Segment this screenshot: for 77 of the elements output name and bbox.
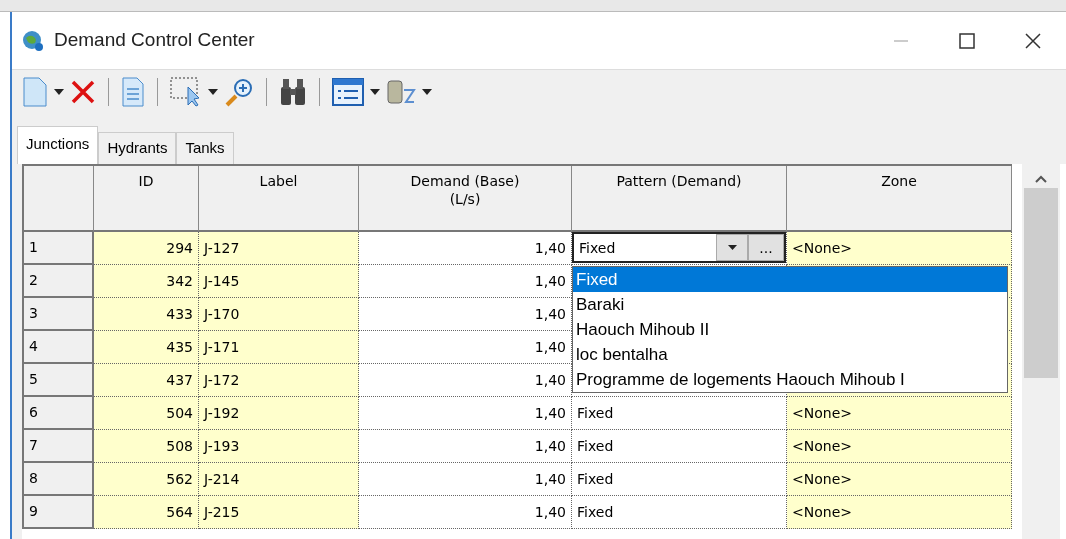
column-header[interactable]: Zone bbox=[787, 165, 1012, 232]
binoculars-button[interactable] bbox=[279, 77, 307, 107]
table-cell: 508 bbox=[94, 429, 199, 463]
document-icon bbox=[121, 77, 145, 107]
scrollbar[interactable] bbox=[1022, 163, 1060, 539]
caret-icon bbox=[727, 245, 737, 250]
table-cell: 1,40 bbox=[359, 495, 572, 529]
list-window-icon bbox=[332, 78, 364, 106]
caret-icon bbox=[422, 89, 432, 95]
selection-button[interactable] bbox=[170, 77, 218, 107]
table-cell: J-214 bbox=[199, 462, 359, 496]
page-button[interactable] bbox=[22, 77, 64, 107]
table-cell: 294 bbox=[94, 231, 199, 265]
table-cell: 504 bbox=[94, 396, 199, 430]
table-cell: <None> bbox=[787, 429, 1012, 463]
table-cell: 342 bbox=[94, 264, 199, 298]
window-title: Demand Control Center bbox=[54, 28, 255, 53]
row-header[interactable]: 3 bbox=[24, 297, 94, 331]
selection-icon bbox=[170, 77, 202, 107]
combo-box[interactable]: Fixed ... bbox=[572, 232, 786, 263]
table-cell: 564 bbox=[94, 495, 199, 529]
caret-icon bbox=[54, 89, 64, 95]
table-cell: J-215 bbox=[199, 495, 359, 529]
corner-header[interactable] bbox=[24, 165, 94, 232]
caret-icon bbox=[370, 89, 380, 95]
zoom-in-button[interactable] bbox=[224, 77, 254, 107]
table-cell: 1,40 bbox=[359, 462, 572, 496]
table-cell: 1,40 bbox=[359, 396, 572, 430]
list-window-button[interactable] bbox=[332, 78, 380, 106]
row-header[interactable]: 6 bbox=[24, 396, 94, 430]
tab[interactable]: Tanks bbox=[176, 132, 234, 164]
browse-button[interactable]: ... bbox=[748, 234, 784, 261]
database-icon bbox=[386, 78, 416, 106]
dropdown-option[interactable]: Programme de logements Haouch Mihoub I bbox=[573, 366, 1007, 392]
column-header[interactable]: Demand (Base) (L/s) bbox=[359, 165, 572, 232]
table-cell: J-172 bbox=[199, 363, 359, 397]
binoculars-icon bbox=[279, 77, 307, 107]
dropdown-option[interactable]: Haouch Mihoub II bbox=[573, 316, 1007, 342]
column-header[interactable]: Label bbox=[199, 165, 359, 232]
table-cell: J-170 bbox=[199, 297, 359, 331]
globe-icon bbox=[22, 29, 44, 52]
delete-button[interactable] bbox=[70, 79, 96, 105]
table-cell: 1,40 bbox=[359, 429, 572, 463]
row-header[interactable]: 1 bbox=[24, 231, 94, 265]
table-cell: <None> bbox=[787, 231, 1012, 265]
zoom-in-icon bbox=[224, 77, 254, 107]
column-header[interactable]: ID bbox=[94, 165, 199, 232]
table-cell: J-193 bbox=[199, 429, 359, 463]
table-cell: <None> bbox=[787, 396, 1012, 430]
table-cell: J-171 bbox=[199, 330, 359, 364]
dropdown-option[interactable]: loc bentalha bbox=[573, 341, 1007, 367]
table-cell: 435 bbox=[94, 330, 199, 364]
caret-icon bbox=[208, 89, 218, 95]
table-cell: 437 bbox=[94, 363, 199, 397]
delete-icon bbox=[70, 79, 96, 105]
row-header[interactable]: 7 bbox=[24, 429, 94, 463]
table-cell: J-145 bbox=[199, 264, 359, 298]
row-header[interactable]: 2 bbox=[24, 264, 94, 298]
page-icon bbox=[22, 77, 48, 107]
dropdown-option[interactable]: Baraki bbox=[573, 291, 1007, 317]
table-cell: 562 bbox=[94, 462, 199, 496]
row-header[interactable]: 9 bbox=[24, 495, 94, 529]
tab[interactable]: Junctions bbox=[17, 126, 99, 164]
database-button[interactable] bbox=[386, 78, 432, 106]
dropdown-option[interactable]: Fixed bbox=[573, 266, 1007, 292]
table-cell: J-192 bbox=[199, 396, 359, 430]
scrollbar-thumb[interactable] bbox=[1024, 187, 1058, 378]
table-cell: <None> bbox=[787, 462, 1012, 496]
table-cell: 433 bbox=[94, 297, 199, 331]
column-header[interactable]: Pattern (Demand) bbox=[572, 165, 787, 232]
row-header[interactable]: 5 bbox=[24, 363, 94, 397]
scroll-up-icon[interactable] bbox=[1034, 173, 1048, 184]
tab[interactable]: Hydrants bbox=[98, 132, 177, 164]
row-header[interactable]: 4 bbox=[24, 330, 94, 364]
table-cell: J-127 bbox=[199, 231, 359, 265]
row-header[interactable]: 8 bbox=[24, 462, 94, 496]
table-cell: <None> bbox=[787, 495, 1012, 529]
